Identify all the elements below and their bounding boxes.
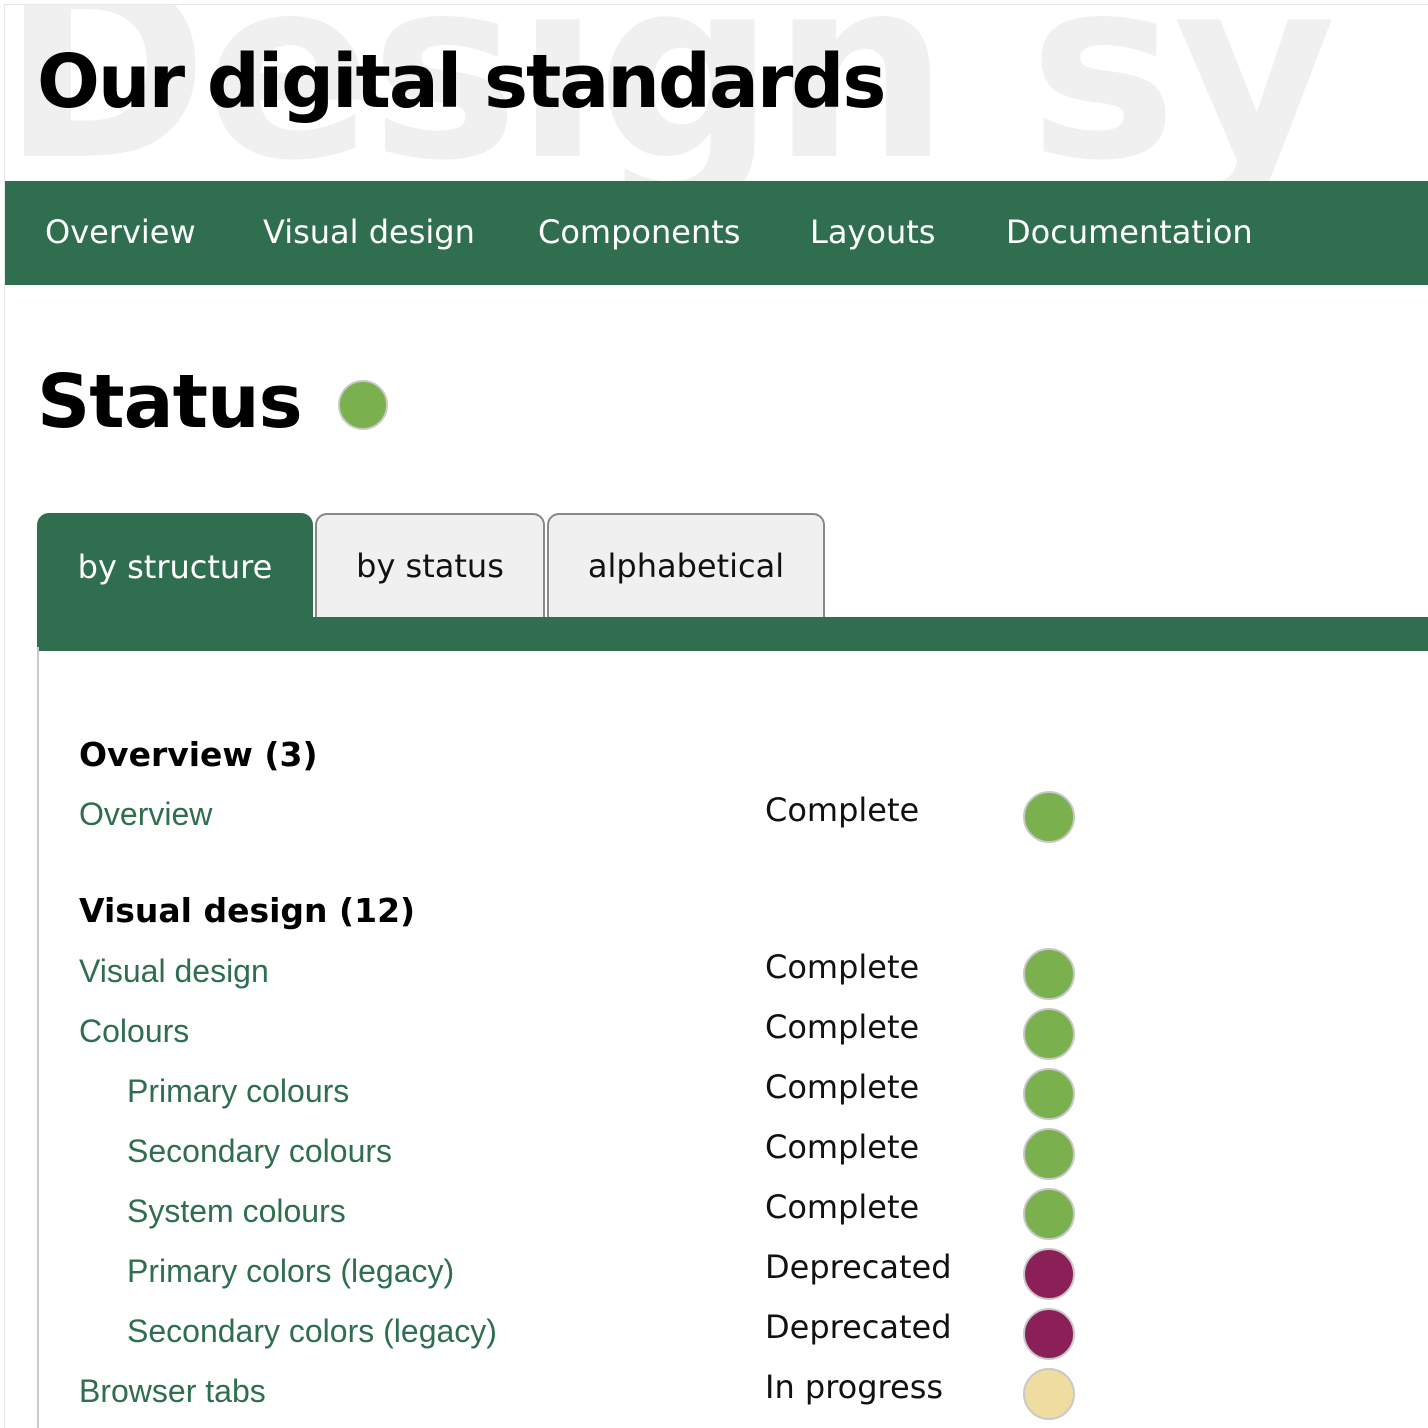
list-item: Secondary colors (legacy) Deprecated bbox=[39, 1308, 1428, 1370]
item-status: Complete bbox=[765, 791, 920, 829]
item-link[interactable]: Primary colors (legacy) bbox=[127, 1253, 454, 1289]
group-title-overview: Overview (3) bbox=[79, 735, 318, 774]
status-panel: Overview (3) Overview Complete Visual de… bbox=[37, 647, 1428, 1428]
status-dot bbox=[1023, 1248, 1075, 1300]
nav-item-overview[interactable]: Overview bbox=[45, 214, 196, 250]
item-link[interactable]: Secondary colours bbox=[127, 1133, 392, 1169]
status-dot bbox=[1023, 1308, 1075, 1360]
item-status: Complete bbox=[765, 948, 920, 986]
page-heading: Status bbox=[37, 365, 388, 439]
group-title-visual-design: Visual design (12) bbox=[79, 891, 416, 930]
nav-item-visual-design[interactable]: Visual design bbox=[263, 214, 475, 250]
view-tabs: by structure by status alphabetical bbox=[37, 513, 1428, 651]
main-nav: Overview Visual design Components Layout… bbox=[5, 181, 1428, 285]
tab-by-structure[interactable]: by structure bbox=[37, 513, 313, 619]
list-item: Colours Complete bbox=[39, 1008, 1428, 1070]
status-dot bbox=[1023, 1128, 1075, 1180]
nav-item-documentation[interactable]: Documentation bbox=[1006, 214, 1253, 250]
status-dot bbox=[1023, 791, 1075, 843]
item-status: Deprecated bbox=[765, 1248, 952, 1286]
status-dot bbox=[1023, 948, 1075, 1000]
status-dot bbox=[1023, 1068, 1075, 1120]
item-status: Complete bbox=[765, 1068, 920, 1106]
page-frame: Design sy Our digital standards Overview… bbox=[4, 4, 1428, 1428]
tab-alphabetical[interactable]: alphabetical bbox=[547, 513, 825, 617]
list-item: Visual design Complete bbox=[39, 948, 1428, 1010]
item-link[interactable]: Overview bbox=[79, 796, 212, 832]
tab-bar bbox=[37, 617, 1428, 651]
tab-by-status[interactable]: by status bbox=[315, 513, 545, 617]
list-item: Primary colors (legacy) Deprecated bbox=[39, 1248, 1428, 1310]
item-link[interactable]: System colours bbox=[127, 1193, 346, 1229]
list-item: System colours Complete bbox=[39, 1188, 1428, 1250]
status-dot bbox=[1023, 1188, 1075, 1240]
item-link[interactable]: Browser tabs bbox=[79, 1373, 266, 1409]
page-status-dot bbox=[337, 380, 388, 430]
item-link[interactable]: Secondary colors (legacy) bbox=[127, 1313, 497, 1349]
item-status: Complete bbox=[765, 1128, 920, 1166]
item-link[interactable]: Visual design bbox=[79, 953, 269, 989]
item-status: Deprecated bbox=[765, 1308, 952, 1346]
item-status: Complete bbox=[765, 1008, 920, 1046]
list-item: Secondary colours Complete bbox=[39, 1128, 1428, 1190]
list-item: Primary colours Complete bbox=[39, 1068, 1428, 1130]
page-title: Status bbox=[37, 359, 303, 445]
site-title: Our digital standards bbox=[37, 39, 886, 125]
item-link[interactable]: Primary colours bbox=[127, 1073, 349, 1109]
nav-item-layouts[interactable]: Layouts bbox=[810, 214, 935, 250]
item-status: Complete bbox=[765, 1188, 920, 1226]
item-link[interactable]: Colours bbox=[79, 1013, 189, 1049]
list-item: Browser tabs In progress bbox=[39, 1368, 1428, 1428]
status-dot bbox=[1023, 1368, 1075, 1420]
item-status: In progress bbox=[765, 1368, 944, 1406]
status-dot bbox=[1023, 1008, 1075, 1060]
list-item: Overview Complete bbox=[39, 791, 1428, 853]
nav-item-components[interactable]: Components bbox=[538, 214, 740, 250]
